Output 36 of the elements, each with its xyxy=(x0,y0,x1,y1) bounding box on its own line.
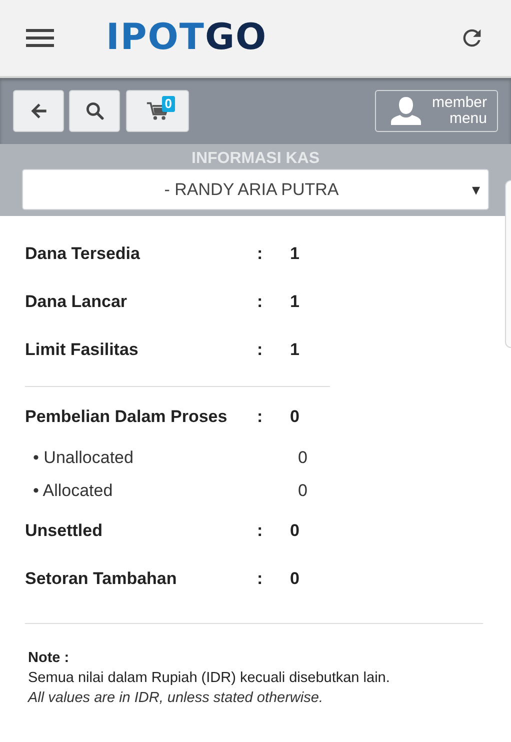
field-value: 0 xyxy=(290,521,300,541)
field-value: 0 xyxy=(290,407,300,427)
colon-separator: : xyxy=(257,521,264,541)
back-button[interactable] xyxy=(13,90,64,132)
logo: IPOTGO xyxy=(106,20,268,56)
field-label: Setoran Tambahan xyxy=(25,569,178,589)
field-label: Dana Lancar xyxy=(25,292,128,312)
cart-button[interactable]: 0 xyxy=(126,90,189,132)
search-icon xyxy=(84,100,106,122)
sub-field-label: • Allocated xyxy=(32,480,114,500)
section-title: INFORMASI KAS xyxy=(192,149,320,169)
field-label: Limit Fasilitas xyxy=(25,340,140,360)
colon-separator: : xyxy=(257,292,264,312)
search-button[interactable] xyxy=(69,90,120,132)
menu-icon[interactable] xyxy=(26,28,54,48)
account-select[interactable]: - RANDY ARIA PUTRA ▾ xyxy=(22,169,489,210)
colon-separator: : xyxy=(257,244,264,264)
field-value: 0 xyxy=(290,569,300,589)
field-label: Unsettled xyxy=(25,521,104,541)
member-menu-button[interactable]: member menu xyxy=(375,90,498,132)
field-label: Pembelian Dalam Proses xyxy=(25,407,228,427)
field-value: 1 xyxy=(290,244,300,264)
sub-field-label: • Unallocated xyxy=(32,448,134,468)
sub-field-value: 0 xyxy=(298,448,308,468)
cart-count-badge: 0 xyxy=(162,96,175,112)
note-text: Semua nilai dalam Rupiah (IDR) kecuali disebutkan lain. xyxy=(28,669,391,688)
note-text: All values are in IDR, unless stated otherwise. xyxy=(28,689,324,708)
colon-separator: : xyxy=(257,407,264,427)
note-title: Note : xyxy=(28,649,70,668)
field-value: 1 xyxy=(290,292,300,312)
user-silhouette-icon xyxy=(390,95,422,127)
sub-field-value: 0 xyxy=(298,480,308,500)
field-label: Dana Tersedia xyxy=(25,244,141,264)
colon-separator: : xyxy=(257,569,264,589)
field-value: 1 xyxy=(290,340,300,360)
colon-separator: : xyxy=(257,340,264,360)
